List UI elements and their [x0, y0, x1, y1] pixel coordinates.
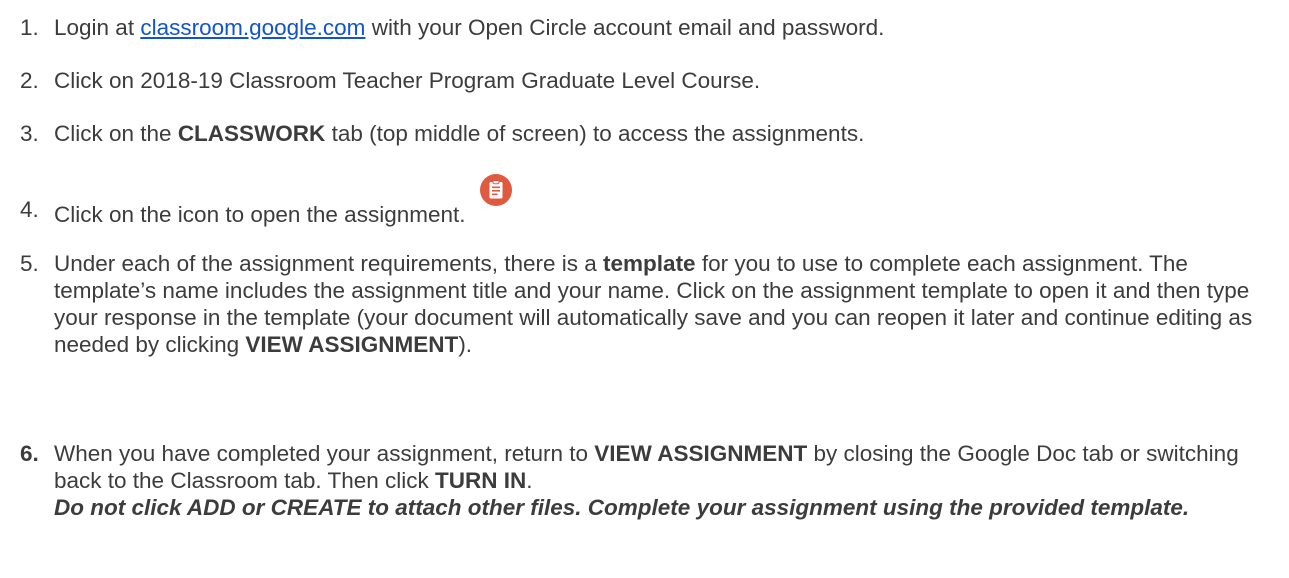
step-text-post: ). — [458, 332, 473, 357]
view-assignment-term: VIEW ASSIGNMENT — [594, 441, 808, 466]
step-text-post: tab (top middle of screen) to access the… — [325, 121, 865, 146]
step-3: 3. Click on the CLASSWORK tab (top middl… — [20, 120, 1275, 147]
step-4: 4. Click on the icon to open the assignm… — [20, 174, 1275, 228]
step-text: Click on the icon to open the assignment… — [54, 174, 1275, 228]
step-text: Click on 2018-19 Classroom Teacher Progr… — [54, 68, 761, 93]
turn-in-term: TURN IN — [435, 468, 527, 493]
step-6: 6. When you have completed your assignme… — [20, 440, 1275, 521]
step-2: 2. Click on 2018-19 Classroom Teacher Pr… — [20, 67, 1275, 94]
step-text-pre: Login at — [54, 15, 141, 40]
step-1: 1. Login at classroom.google.com with yo… — [20, 14, 1275, 41]
step-text: Login at classroom.google.com with your … — [54, 14, 1275, 41]
warning-note: Do not click ADD or CREATE to attach oth… — [54, 495, 1190, 520]
step-text-pre: Under each of the assignment requirement… — [54, 251, 604, 276]
assignment-icon — [479, 174, 512, 206]
classroom-link[interactable]: classroom.google.com — [140, 15, 365, 40]
step-text: When you have completed your assignment,… — [54, 440, 1275, 521]
step-number: 3. — [20, 121, 39, 146]
step-text-content: Click on the icon to open the assignment… — [54, 202, 466, 227]
step-number: 6. — [20, 441, 39, 466]
step-number: 4. — [20, 197, 39, 222]
step-text-post: . — [526, 468, 533, 493]
classwork-term: CLASSWORK — [177, 121, 326, 146]
step-5: 5. Under each of the assignment requirem… — [20, 250, 1275, 358]
step-text: Under each of the assignment requirement… — [54, 250, 1275, 358]
step-text-pre: When you have completed your assignment,… — [54, 441, 595, 466]
step-text-post: with your Open Circle account email and … — [365, 15, 885, 40]
step-text-pre: Click on the — [54, 121, 178, 146]
step-number: 1. — [20, 15, 39, 40]
step-number: 5. — [20, 251, 39, 276]
step-number: 2. — [20, 68, 39, 93]
view-assignment-term: VIEW ASSIGNMENT — [245, 332, 459, 357]
step-text: Click on the CLASSWORK tab (top middle o… — [54, 120, 1275, 147]
template-term: template — [603, 251, 696, 276]
